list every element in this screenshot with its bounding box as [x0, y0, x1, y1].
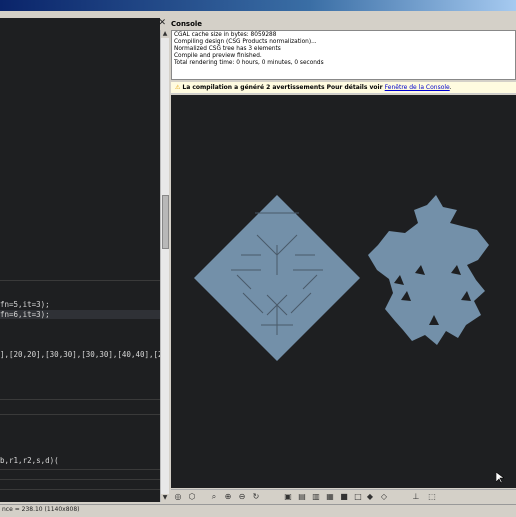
- console-line: Compiling design (CSG Products normaliza…: [174, 39, 317, 45]
- view-toolbar: ◎ ⬡ ⌕ ⊕ ⊖ ↻ ▣ ▤ ▥ ▦ ■ □ ◆ ◇ ⊥ ⬚: [171, 489, 516, 504]
- console-title: Console: [171, 20, 203, 28]
- status-text: nce = 238.10 (1140x808): [2, 506, 80, 513]
- console-window-link[interactable]: Fenêtre de la Console: [385, 84, 450, 91]
- render-icon[interactable]: ⬡: [187, 492, 197, 502]
- warning-end: .: [449, 84, 452, 91]
- editor-scrollbar[interactable]: ▲ ▼: [160, 30, 169, 502]
- code-line[interactable]: fn=5,it=3);: [0, 300, 50, 309]
- warning-icon: ⚠: [175, 84, 181, 91]
- editor-separator: [0, 479, 160, 480]
- editor-separator: [0, 469, 160, 470]
- reset-view-icon[interactable]: ↻: [251, 492, 261, 502]
- compile-warning-bar: ⚠ La compilation a généré 2 avertissement…: [171, 82, 516, 94]
- warning-text: La compilation a généré 2 avertissements…: [182, 84, 385, 91]
- preview-icon[interactable]: ◎: [173, 492, 183, 502]
- view-bottom-icon[interactable]: ▥: [311, 492, 321, 502]
- editor-separator: [0, 414, 160, 415]
- koch-snowflake-shape: [368, 195, 489, 345]
- console-line: Normalized CSG tree has 3 elements: [174, 46, 281, 52]
- status-bar: nce = 238.10 (1140x808): [0, 504, 516, 517]
- console-line: Total rendering time: 0 hours, 0 minutes…: [174, 60, 324, 66]
- mouse-cursor-icon: [496, 472, 504, 484]
- code-line[interactable]: fn=6,it=3);: [0, 310, 50, 319]
- view-front-icon[interactable]: ■: [339, 492, 349, 502]
- editor-separator: [0, 489, 160, 490]
- view-top-icon[interactable]: ▤: [297, 492, 307, 502]
- code-line[interactable]: ],[20,20],[30,30],[30,30],[40,40],[2: [0, 350, 163, 359]
- scroll-down-icon[interactable]: ▼: [161, 494, 169, 502]
- console-line: Compile and preview finished.: [174, 53, 262, 59]
- editor-separator: [0, 399, 160, 400]
- code-line[interactable]: b,r1,r2,s,d)(: [0, 456, 59, 465]
- scroll-up-icon[interactable]: ▲: [161, 30, 169, 38]
- zoom-all-icon[interactable]: ⌕: [209, 492, 219, 502]
- code-editor[interactable]: fn=5,it=3); fn=6,it=3); ],[20,20],[30,30…: [0, 18, 163, 502]
- orthogonal-icon[interactable]: [396, 492, 406, 502]
- zoom-in-icon[interactable]: ⊕: [223, 492, 233, 502]
- perspective-icon[interactable]: [383, 492, 393, 502]
- console-line: CGAL cache size in bytes: 8059288: [174, 32, 277, 38]
- scrollbar-thumb[interactable]: [162, 195, 169, 249]
- render-canvas[interactable]: [171, 95, 516, 488]
- window-title-bar: [0, 0, 516, 11]
- 3d-viewport[interactable]: [171, 95, 516, 488]
- square-fractal-shape: [194, 195, 360, 361]
- show-axes-icon[interactable]: ⊥: [411, 492, 421, 502]
- view-back-icon[interactable]: □: [353, 492, 363, 502]
- zoom-out-icon[interactable]: ⊖: [237, 492, 247, 502]
- editor-separator: [0, 280, 160, 281]
- show-edges-icon[interactable]: ⬚: [427, 492, 437, 502]
- view-diagonal-icon[interactable]: ◆: [365, 492, 375, 502]
- console-panel[interactable]: CGAL cache size in bytes: 8059288 Compil…: [171, 30, 516, 80]
- view-right-icon[interactable]: ▣: [283, 492, 293, 502]
- view-left-icon[interactable]: ▦: [325, 492, 335, 502]
